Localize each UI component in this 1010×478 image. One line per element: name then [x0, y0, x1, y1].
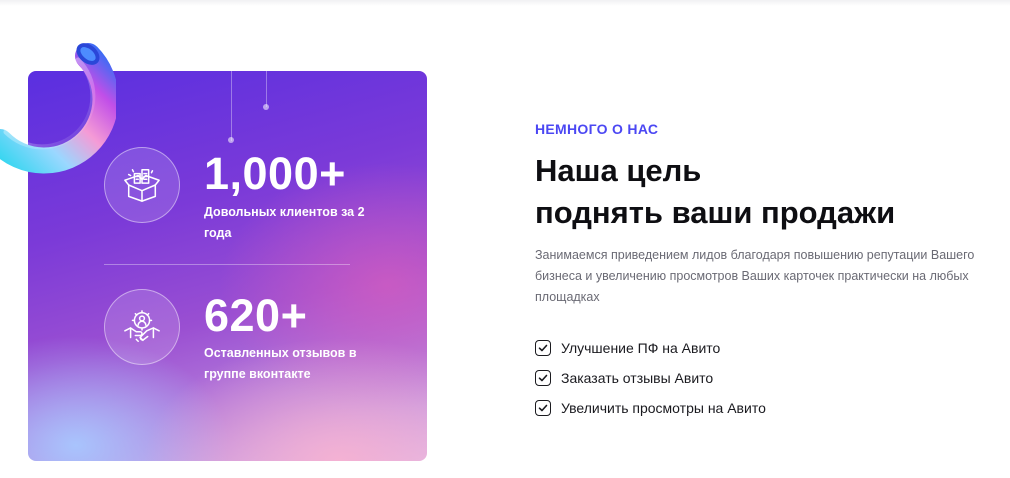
- stat-caption-reviews: Оставленных отзывов в группе вконтакте: [204, 346, 357, 381]
- checklist-item-label: Увеличить просмотры на Авито: [561, 400, 766, 416]
- checklist-item: Улучшение ПФ на Авито: [535, 333, 766, 363]
- section-description: Занимаемся приведением лидов благодаря п…: [535, 248, 975, 304]
- decorative-dot: [263, 104, 269, 110]
- section-heading-line-2: поднять ваши продажи: [535, 195, 896, 230]
- handshake-gear-icon: [104, 289, 180, 365]
- checkbox-check-icon: [535, 370, 551, 386]
- feature-checklist: Улучшение ПФ на Авито Заказать отзывы Ав…: [535, 333, 766, 423]
- checklist-item-label: Заказать отзывы Авито: [561, 370, 714, 386]
- box-buildings-icon: [104, 147, 180, 223]
- header-shadow: [0, 0, 1010, 6]
- stat-caption-clients: Довольных клиентов за 2 года: [204, 205, 365, 240]
- decorative-line: [231, 71, 232, 141]
- checkbox-check-icon: [535, 340, 551, 356]
- stats-divider: [104, 264, 350, 265]
- stat-number-clients: 1,000+: [204, 148, 346, 199]
- section-eyebrow: НЕМНОГО О НАС: [535, 121, 659, 137]
- section-heading-line-1: Наша цель: [535, 153, 702, 188]
- checklist-item: Заказать отзывы Авито: [535, 363, 766, 393]
- checklist-item: Увеличить просмотры на Авито: [535, 393, 766, 423]
- stat-number-reviews: 620+: [204, 290, 308, 341]
- stats-card: 1,000+ Довольных клиентов за 2 года 620+…: [28, 71, 427, 461]
- section-heading: Наша цель поднять ваши продажи: [535, 150, 975, 234]
- decorative-line: [266, 71, 267, 107]
- checklist-item-label: Улучшение ПФ на Авито: [561, 340, 721, 356]
- decorative-dot: [228, 137, 234, 143]
- checkbox-check-icon: [535, 400, 551, 416]
